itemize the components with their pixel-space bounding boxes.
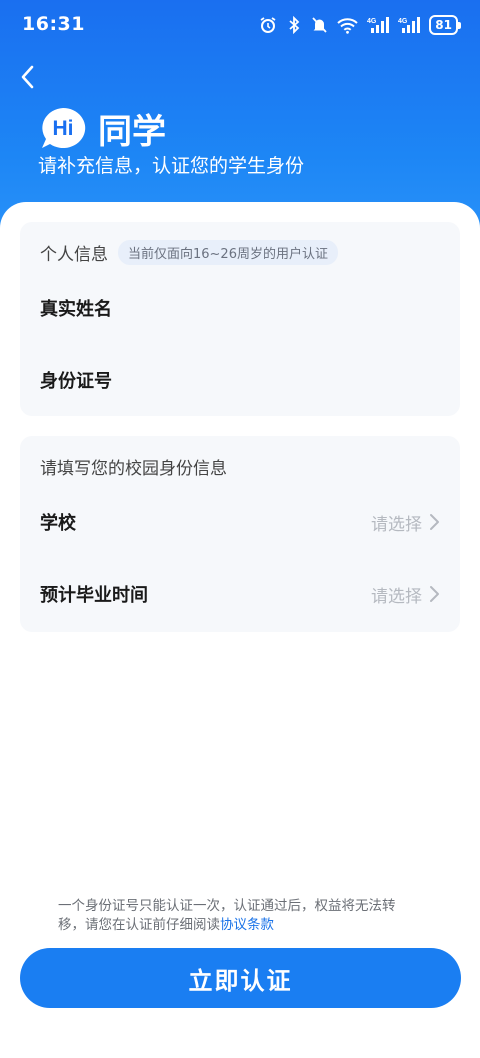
status-bar: 16:31 4G 4G 81: [0, 0, 480, 50]
personal-info-card: 个人信息 当前仅面向16~26周岁的用户认证 真实姓名 身份证号: [20, 222, 460, 416]
chevron-right-icon: [430, 514, 439, 530]
campus-info-card: 请填写您的校园身份信息 学校 请选择 预计毕业时间 请选择: [20, 436, 460, 632]
graduation-select[interactable]: 请选择: [371, 582, 440, 607]
signal-4g-icon: 4G: [398, 16, 421, 34]
bluetooth-icon: [286, 16, 302, 34]
alarm-icon: [259, 16, 277, 34]
id-number-label: 身份证号: [40, 371, 112, 392]
battery-icon: 81: [429, 15, 461, 35]
greeting-row: Hi 同学: [38, 104, 166, 153]
notice-text: 一个身份证号只能认证一次，认证通过后，权益将无法转移，请您在认证前仔细阅读协议条…: [58, 897, 422, 935]
graduation-label: 预计毕业时间: [40, 585, 148, 606]
page-subtitle: 请补充信息，认证您的学生身份: [38, 155, 305, 177]
school-placeholder: 请选择: [371, 514, 422, 535]
personal-info-header: 个人信息 当前仅面向16~26周岁的用户认证: [40, 240, 338, 265]
school-row[interactable]: 学校 请选择: [40, 502, 440, 542]
chevron-right-icon: [430, 586, 439, 602]
real-name-input[interactable]: [132, 290, 440, 326]
real-name-label: 真实姓名: [40, 299, 112, 320]
real-name-row: 真实姓名: [40, 288, 440, 328]
agreement-link[interactable]: 协议条款: [220, 917, 274, 933]
submit-verify-button[interactable]: 立即认证: [20, 948, 461, 1008]
graduation-placeholder: 请选择: [371, 586, 422, 607]
school-select[interactable]: 请选择: [371, 510, 440, 535]
hi-badge-icon: Hi: [38, 106, 88, 152]
hi-badge-text: Hi: [52, 116, 74, 140]
id-number-row: 身份证号: [40, 360, 440, 400]
age-restriction-tag: 当前仅面向16~26周岁的用户认证: [118, 240, 338, 265]
svg-text:4G: 4G: [398, 18, 408, 25]
battery-level: 81: [435, 18, 452, 32]
signal-4g-icon: 4G: [367, 16, 390, 34]
status-time: 16:31: [22, 13, 85, 35]
school-label: 学校: [40, 513, 76, 534]
graduation-row[interactable]: 预计毕业时间 请选择: [40, 574, 440, 614]
personal-info-title: 个人信息: [40, 245, 108, 265]
campus-info-title: 请填写您的校园身份信息: [40, 459, 227, 479]
id-number-input[interactable]: [132, 362, 440, 398]
mute-icon: [311, 16, 328, 34]
campus-info-header: 请填写您的校园身份信息: [40, 454, 227, 479]
status-icons: 4G 4G 81: [259, 13, 461, 37]
svg-text:4G: 4G: [367, 18, 377, 25]
page-title: 同学: [98, 112, 166, 152]
back-button[interactable]: [10, 60, 44, 94]
wifi-icon: [337, 17, 358, 34]
chevron-left-icon: [21, 65, 34, 89]
